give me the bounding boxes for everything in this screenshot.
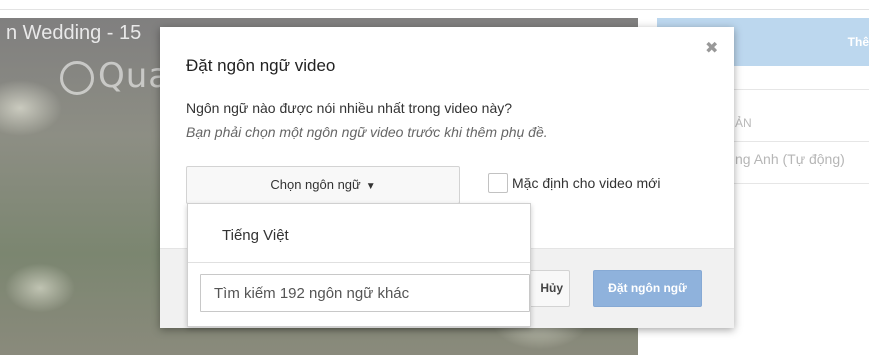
default-new-videos-checkbox[interactable] <box>488 173 508 193</box>
choose-language-button[interactable]: Chọn ngôn ngữ ▼ <box>186 166 460 204</box>
language-search-input[interactable] <box>200 274 530 312</box>
video-title: n Wedding - 15 <box>6 22 142 44</box>
dialog-note: Bạn phải chọn một ngôn ngữ video trước k… <box>186 124 548 140</box>
dialog-question: Ngôn ngữ nào được nói nhiều nhất trong v… <box>186 100 513 116</box>
caret-down-icon: ▼ <box>365 181 376 192</box>
panel-header-text: Thê <box>847 35 869 49</box>
dropdown-divider <box>188 262 530 263</box>
language-row: ng Anh (Tự động) <box>735 151 845 167</box>
default-new-videos-label: Mặc định cho video mới <box>512 175 661 191</box>
choose-language-label: Chọn ngôn ngữ <box>270 177 361 192</box>
lightbulb-icon <box>60 60 94 95</box>
top-border <box>0 0 869 10</box>
dialog-title: Đặt ngôn ngữ video <box>186 56 336 75</box>
set-language-button[interactable]: Đặt ngôn ngữ <box>593 270 702 307</box>
language-option-vietnamese[interactable]: Tiếng Việt <box>222 227 289 244</box>
column-header: ẢN <box>735 116 752 130</box>
close-icon[interactable]: ✖ <box>705 38 718 58</box>
language-dropdown: Tiếng Việt <box>187 203 531 327</box>
